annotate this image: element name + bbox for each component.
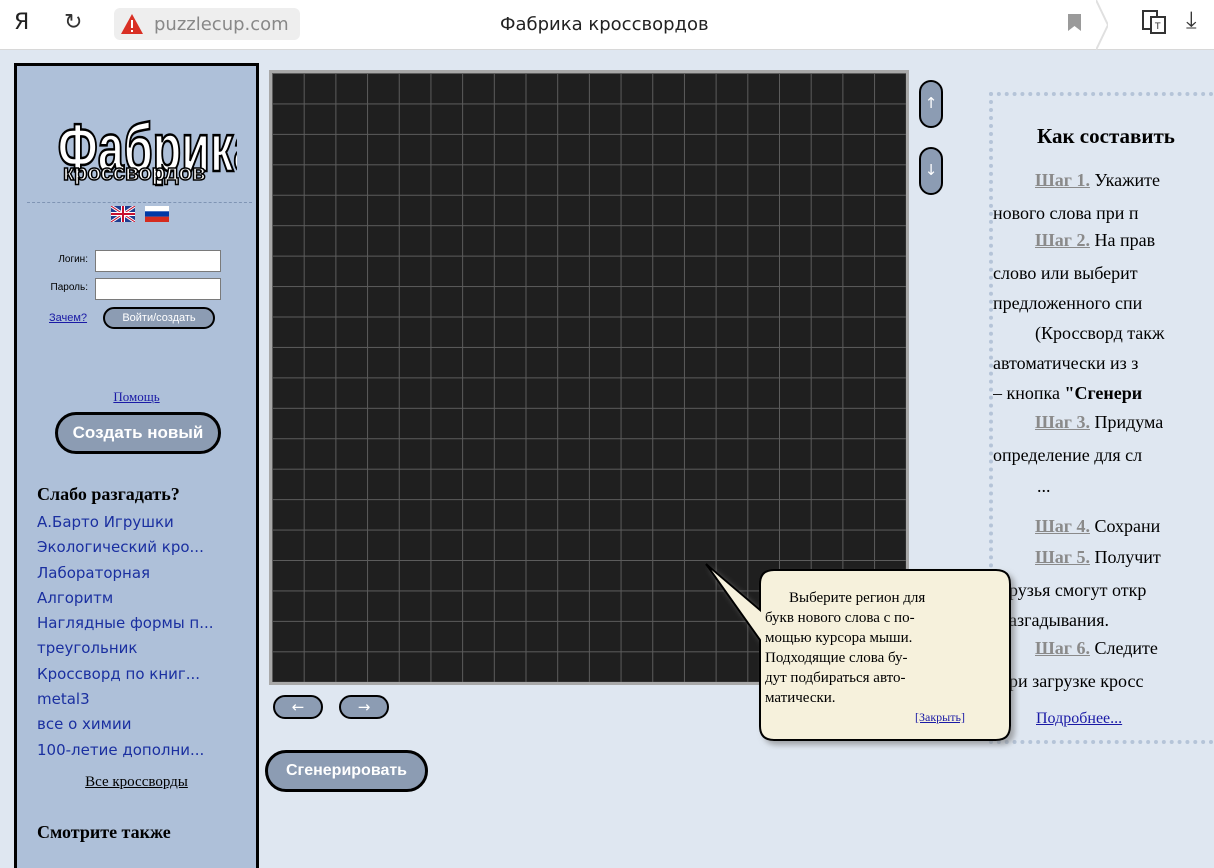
address-bar[interactable]: puzzlecup.com — [114, 8, 300, 40]
toolbar-divider — [1096, 0, 1108, 50]
uk-flag-icon[interactable] — [111, 206, 135, 222]
browser-toolbar: Я ↻ puzzlecup.com Фабрика кроссвордов T … — [0, 0, 1214, 50]
puzzle-link[interactable]: Кроссворд по книг... — [37, 664, 257, 689]
create-new-button[interactable]: Создать новый — [55, 412, 221, 454]
line8-bold: "Сгенери — [1064, 383, 1143, 403]
step3-text: Придума — [1089, 412, 1164, 432]
help-link[interactable]: Помощь — [17, 389, 256, 405]
step6-text: Следите — [1089, 638, 1158, 658]
tooltip-line: мощью курсора мыши. — [765, 630, 913, 646]
scroll-up-button[interactable]: ↑ — [919, 80, 943, 128]
hard-puzzles-title: Слабо разгадать? — [37, 484, 180, 504]
tooltip-line: букв нового слова с по- — [765, 610, 915, 626]
scroll-down-button[interactable]: ↓ — [919, 147, 943, 195]
login-input[interactable] — [95, 250, 221, 272]
tooltip-line: матически. — [765, 690, 836, 706]
tooltip-line: дут подбираться авто- — [765, 670, 906, 686]
howto-line: – кнопка "Сгенери — [993, 383, 1142, 404]
site-logo[interactable]: Фабрика кроссвордов — [47, 88, 237, 208]
puzzle-link[interactable]: Алгоритм — [37, 588, 257, 613]
russia-flag-icon[interactable] — [145, 206, 169, 222]
yandex-logo-icon[interactable]: Я — [14, 10, 29, 35]
why-link[interactable]: Зачем? — [49, 312, 87, 324]
login-row: Логин: — [17, 250, 256, 274]
login-button[interactable]: Войти/создать — [103, 307, 215, 329]
scroll-right-button[interactable]: → — [339, 695, 389, 719]
howto-line: рузья смогут откр — [1009, 580, 1147, 600]
password-input[interactable] — [95, 278, 221, 300]
step1-text: Укажите — [1089, 170, 1161, 190]
howto-ellipsis: ... — [1037, 476, 1051, 496]
warning-icon[interactable] — [120, 12, 144, 36]
howto-line: слово или выберит — [993, 263, 1138, 283]
line8-prefix: – кнопка — [993, 383, 1065, 403]
svg-text:T: T — [1154, 22, 1161, 32]
all-puzzles-link[interactable]: Все кроссворды — [17, 774, 256, 791]
howto-step6-line: Шаг 6. Следите — [1035, 638, 1158, 659]
puzzle-link[interactable]: Лабораторная — [37, 563, 257, 588]
howto-step1-line: Шаг 1. Укажите — [1035, 170, 1160, 191]
puzzle-link[interactable]: metal3 — [37, 689, 257, 714]
reload-icon[interactable]: ↻ — [64, 10, 82, 35]
howto-panel: Как составить Шаг 1. Укажите нового слов… — [989, 92, 1214, 744]
step1-link[interactable]: Шаг 1. — [1035, 170, 1090, 190]
howto-line: автоматически из з — [993, 353, 1139, 373]
howto-step2-line: Шаг 2. На прав — [1035, 230, 1155, 251]
tooltip-line: Выберите регион для — [789, 590, 926, 606]
step2-text: На прав — [1089, 230, 1156, 250]
logo-text-sub: кроссвордов — [63, 160, 206, 185]
howto-line: (Кроссворд такж — [1035, 323, 1165, 343]
download-icon[interactable]: ⤓ — [1186, 6, 1197, 34]
sidebar: Фабрика кроссвордов Логин: Пароль: Зачем… — [14, 63, 259, 868]
puzzle-link[interactable]: треугольник — [37, 638, 257, 663]
puzzle-link[interactable]: 100-летие дополни... — [37, 740, 257, 765]
language-switcher — [111, 206, 175, 224]
scroll-left-button[interactable]: ← — [273, 695, 323, 719]
puzzle-link[interactable]: Экологический кро... — [37, 537, 257, 562]
howto-line: ри загрузке кросс — [1009, 671, 1144, 691]
howto-line: определение для сл — [993, 445, 1143, 465]
puzzle-link[interactable]: Наглядные формы п... — [37, 613, 257, 638]
howto-title: Как составить — [1037, 124, 1175, 148]
howto-line: азгадывания. — [1009, 610, 1110, 630]
step4-text: Сохрани — [1089, 516, 1161, 536]
step6-link[interactable]: Шаг 6. — [1035, 638, 1090, 658]
howto-line: нового слова при п — [993, 203, 1139, 223]
puzzle-link[interactable]: А.Барто Игрушки — [37, 512, 257, 537]
login-label: Логин: — [58, 254, 88, 265]
step3-link[interactable]: Шаг 3. — [1035, 412, 1090, 432]
howto-step4-line: Шаг 4. Сохрани — [1035, 516, 1160, 537]
see-also-title: Смотрите также — [37, 822, 171, 842]
address-domain: puzzlecup.com — [154, 14, 289, 35]
step4-link[interactable]: Шаг 4. — [1035, 516, 1090, 536]
bookmark-icon[interactable] — [1068, 14, 1081, 31]
password-label: Пароль: — [50, 282, 88, 293]
puzzle-link[interactable]: все о химии — [37, 714, 257, 739]
tooltip-close-link[interactable]: [Закрыть] — [915, 710, 965, 725]
step2-link[interactable]: Шаг 2. — [1035, 230, 1090, 250]
step5-link[interactable]: Шаг 5. — [1035, 547, 1090, 567]
step5-text: Получит — [1089, 547, 1161, 567]
logo-divider — [27, 202, 252, 203]
extension-icon[interactable]: T — [1140, 8, 1168, 36]
howto-line: предложенного спи — [993, 293, 1143, 313]
more-link[interactable]: Подробнее... — [1036, 710, 1122, 728]
tooltip-text: Выберите регион для букв нового слова с … — [765, 588, 995, 708]
generate-button[interactable]: Сгенерировать — [265, 750, 428, 792]
password-row: Пароль: — [17, 278, 256, 302]
puzzle-list: А.Барто Игрушки Экологический кро... Лаб… — [37, 512, 257, 765]
howto-step5-line: Шаг 5. Получит — [1035, 547, 1161, 568]
tooltip-line: Подходящие слова бу- — [765, 650, 908, 666]
howto-step3-line: Шаг 3. Придума — [1035, 412, 1163, 433]
page-title: Фабрика кроссвордов — [500, 14, 709, 35]
